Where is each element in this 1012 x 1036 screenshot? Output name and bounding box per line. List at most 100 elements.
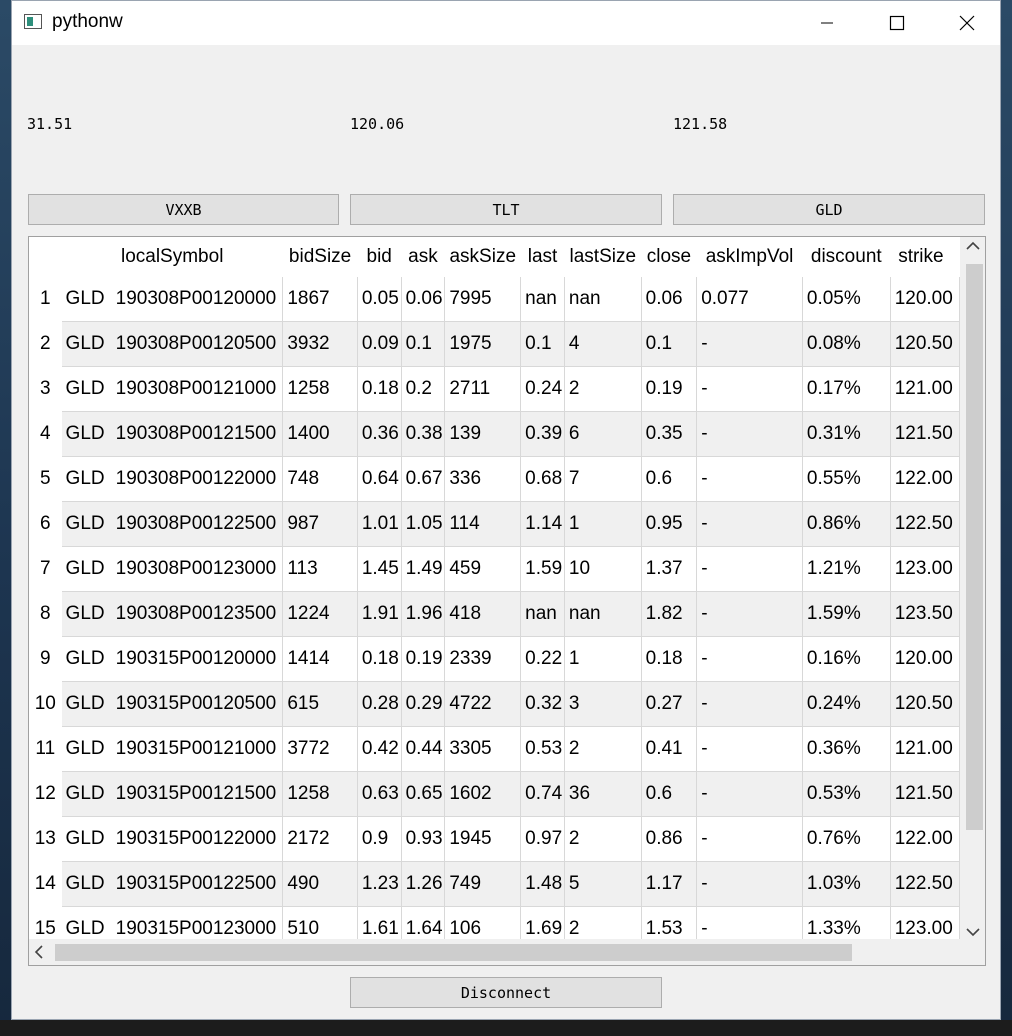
table-cell[interactable]: 1.26 <box>401 861 446 907</box>
table-row[interactable]: 6 GLD 190308P00122500 987 1.01 1.05 114 1.14 1 0.… <box>29 501 960 547</box>
table-cell[interactable]: 0.19 <box>641 366 698 412</box>
table-cell[interactable]: 7 <box>564 456 642 502</box>
table-cell[interactable]: GLD <box>61 366 112 412</box>
table-cell[interactable]: 1.82 <box>641 591 698 637</box>
table-cell[interactable]: 0.67 <box>401 456 446 502</box>
table-cell[interactable]: GLD <box>61 861 112 907</box>
table-cell[interactable]: 0.55% <box>802 456 891 502</box>
table-cell[interactable]: 0.29 <box>401 681 446 727</box>
table-cell[interactable]: 190315P00120500 <box>111 681 284 727</box>
title-bar[interactable]: pythonw <box>12 1 1000 45</box>
table-cell[interactable]: 0.36 <box>357 411 402 457</box>
table-cell[interactable]: - <box>696 411 803 457</box>
table-cell[interactable]: 1258 <box>282 771 358 817</box>
disconnect-button[interactable]: Disconnect <box>350 977 662 1008</box>
vertical-scroll-thumb[interactable] <box>966 264 983 830</box>
table-cell[interactable]: 190308P00121000 <box>111 366 284 412</box>
table-cell[interactable]: 0.28 <box>357 681 402 727</box>
table-cell[interactable]: 748 <box>282 456 358 502</box>
maximize-button[interactable] <box>874 1 920 45</box>
table-cell[interactable]: GLD <box>61 321 112 367</box>
table-row[interactable]: 3 GLD 190308P00121000 1258 0.18 0.2 2711 0.24 2 0… <box>29 366 960 412</box>
table-cell[interactable]: 120.00 <box>890 636 960 682</box>
column-header[interactable]: discount <box>802 237 891 277</box>
table-cell[interactable]: 1.61 <box>357 906 402 941</box>
table-cell[interactable]: 0.1 <box>520 321 565 367</box>
table-cell[interactable]: GLD <box>61 816 112 862</box>
table-cell[interactable]: 0.35 <box>641 411 698 457</box>
table-cell[interactable]: 1.37 <box>641 546 698 592</box>
table-cell[interactable]: 510 <box>282 906 358 941</box>
table-cell[interactable]: 2 <box>564 816 642 862</box>
column-header[interactable]: bid <box>357 237 402 277</box>
table-cell[interactable]: 190308P00123000 <box>111 546 284 592</box>
table-cell[interactable]: 1.03% <box>802 861 891 907</box>
horizontal-scroll-thumb[interactable] <box>55 944 852 961</box>
minimize-button[interactable] <box>804 1 850 45</box>
table-cell[interactable]: GLD <box>61 277 112 322</box>
table-cell[interactable]: - <box>696 906 803 941</box>
table-cell[interactable]: 190308P00120500 <box>111 321 284 367</box>
table-cell[interactable]: 336 <box>444 456 522 502</box>
column-header[interactable]: ask <box>401 237 445 277</box>
table-cell[interactable]: 0.08% <box>802 321 891 367</box>
table-cell[interactable]: 0.18 <box>357 366 402 412</box>
table-cell[interactable]: 1.59% <box>802 591 891 637</box>
table-cell[interactable]: 190308P00120000 <box>111 277 284 322</box>
table-row[interactable]: 5 GLD 190308P00122000 748 0.64 0.67 336 0.68 7 0.… <box>29 456 960 502</box>
table-cell[interactable]: GLD <box>61 456 112 502</box>
table-cell[interactable]: 122.50 <box>890 501 960 547</box>
table-cell[interactable]: 3305 <box>444 726 522 772</box>
table-cell[interactable]: 0.32 <box>520 681 565 727</box>
table-cell[interactable]: - <box>696 861 803 907</box>
table-cell[interactable]: - <box>696 636 803 682</box>
table-cell[interactable]: - <box>696 456 803 502</box>
column-header[interactable]: askImpVol <box>696 237 803 277</box>
table-cell[interactable]: 615 <box>282 681 358 727</box>
table-cell[interactable]: 121.00 <box>890 726 960 772</box>
table-cell[interactable]: GLD <box>61 726 112 772</box>
table-cell[interactable]: 10 <box>564 546 642 592</box>
table-row[interactable]: 4 GLD 190308P00121500 1400 0.36 0.38 139 0.39 6 0… <box>29 411 960 457</box>
table-cell[interactable]: 0.2 <box>401 366 446 412</box>
table-cell[interactable]: GLD <box>61 501 112 547</box>
table-cell[interactable]: - <box>696 546 803 592</box>
table-row[interactable]: 2 GLD 190308P00120500 3932 0.09 0.1 1975 0.1 4 0.… <box>29 321 960 367</box>
column-header[interactable]: lastSize <box>564 237 642 277</box>
table-cell[interactable]: 113 <box>282 546 358 592</box>
table-cell[interactable]: 0.53% <box>802 771 891 817</box>
vertical-scrollbar[interactable] <box>960 237 985 941</box>
horizontal-scrollbar[interactable] <box>29 939 975 965</box>
table-cell[interactable]: 122.00 <box>890 816 960 862</box>
table-cell[interactable]: 36 <box>564 771 642 817</box>
table-cell[interactable]: 0.76% <box>802 816 891 862</box>
table-cell[interactable]: 190315P00121000 <box>111 726 284 772</box>
table-cell[interactable]: 0.38 <box>401 411 446 457</box>
close-button[interactable] <box>944 1 990 45</box>
table-cell[interactable]: 0.27 <box>641 681 698 727</box>
table-cell[interactable]: 0.31% <box>802 411 891 457</box>
table-cell[interactable]: 0.6 <box>641 771 698 817</box>
table-row[interactable]: 1 GLD 190308P00120000 1867 0.05 0.06 7995 nan na… <box>29 277 960 322</box>
table-cell[interactable]: 0.36% <box>802 726 891 772</box>
table-cell[interactable]: 1414 <box>282 636 358 682</box>
table-cell[interactable]: 1.91 <box>357 591 402 637</box>
table-cell[interactable]: 0.6 <box>641 456 698 502</box>
table-cell[interactable]: 1.96 <box>401 591 446 637</box>
vxxb-button[interactable]: VXXB <box>28 194 339 225</box>
table-cell[interactable]: 0.41 <box>641 726 698 772</box>
table-cell[interactable]: 1.05 <box>401 501 446 547</box>
table-cell[interactable]: 121.00 <box>890 366 960 412</box>
table-cell[interactable]: 0.18 <box>357 636 402 682</box>
table-cell[interactable]: 1224 <box>282 591 358 637</box>
scroll-up-icon[interactable] <box>966 241 980 251</box>
table-cell[interactable]: 2172 <box>282 816 358 862</box>
table-cell[interactable]: 3 <box>564 681 642 727</box>
table-row[interactable]: 14 GLD 190315P00122500 490 1.23 1.26 749 1.48 5 1… <box>29 861 960 907</box>
table-cell[interactable]: 190308P00123500 <box>111 591 284 637</box>
table-cell[interactable]: 120.50 <box>890 321 960 367</box>
table-cell[interactable]: 120.00 <box>890 277 960 322</box>
table-cell[interactable]: 2 <box>564 366 642 412</box>
column-header[interactable]: last <box>520 237 565 277</box>
table-row[interactable]: 8 GLD 190308P00123500 1224 1.91 1.96 418 nan nan… <box>29 591 960 637</box>
